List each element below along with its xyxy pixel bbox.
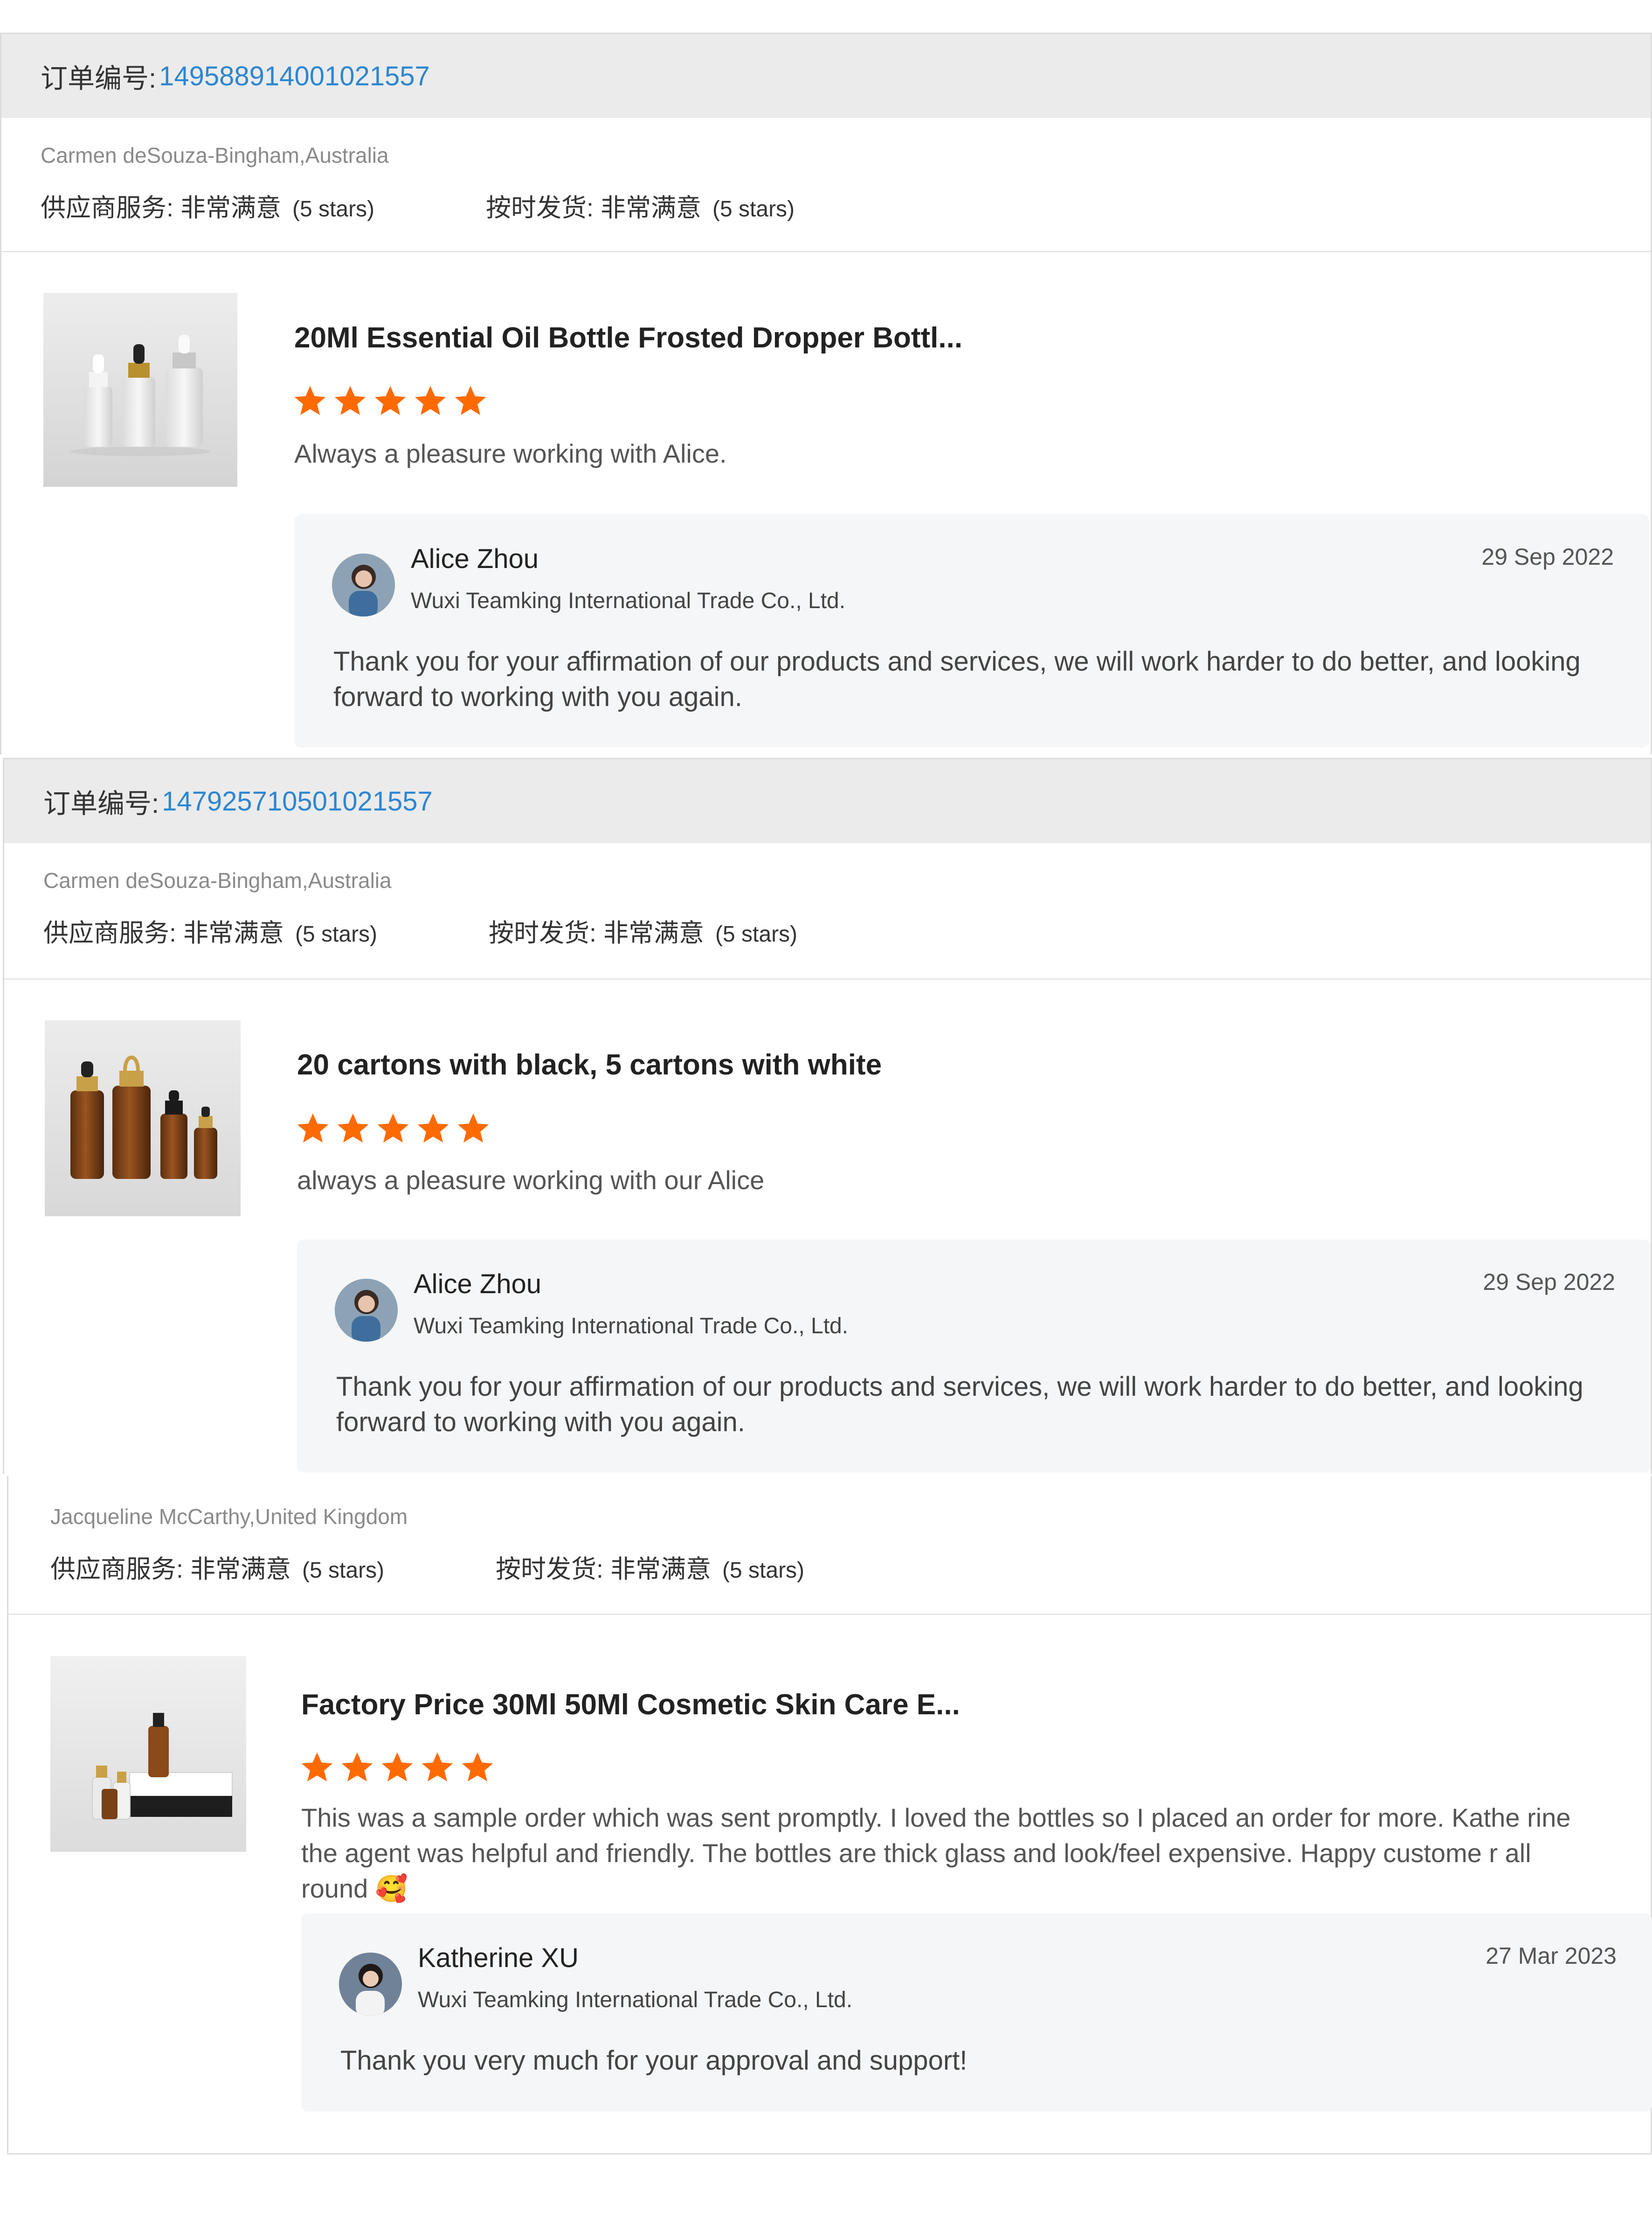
star-icon (301, 1752, 333, 1781)
supplier-reply: Alice Zhou Wuxi Teamking International T… (294, 514, 1649, 748)
star-icon (455, 386, 486, 415)
reply-author: Alice Zhou (411, 544, 539, 574)
order-number-label: 订单编号: (41, 63, 157, 94)
divider (1, 251, 1651, 252)
product-title-link[interactable]: 20Ml Essential Oil Bottle Frosted Droppe… (294, 321, 962, 354)
reply-company: Wuxi Teamking International Trade Co., L… (418, 1988, 853, 2012)
reply-author: Katherine XU (418, 1943, 579, 1973)
reply-text: Thank you very much for your approval an… (340, 2045, 968, 2076)
supplier-service-rating: 供应商服务: 非常满意 (43, 919, 284, 947)
star-icon (377, 1113, 409, 1143)
star-icon (374, 386, 406, 415)
supplier-service-rating: 供应商服务: 非常满意 (50, 1555, 291, 1583)
star-icon (457, 1113, 489, 1143)
reply-author: Alice Zhou (414, 1269, 542, 1299)
reply-date: 27 Mar 2023 (1486, 1943, 1617, 1969)
supplier-service-stars: (5 stars) (295, 922, 378, 947)
star-icon (417, 1113, 449, 1143)
order-number-label: 订单编号: (43, 789, 159, 819)
review-comment: always a pleasure working with our Alice (297, 1165, 765, 1195)
star-rating (296, 1111, 491, 1146)
reply-text: Thank you for your affirmation of our pr… (336, 1372, 1583, 1437)
star-icon (462, 1752, 493, 1781)
supplier-reply: Alice Zhou Wuxi Teamking International T… (297, 1240, 1651, 1473)
cosmetic-bottles-illustration (50, 1656, 246, 1852)
star-rating (293, 384, 488, 418)
user-avatar-icon (332, 554, 395, 617)
on-time-shipment-stars: (5 stars) (712, 197, 795, 222)
on-time-shipment-rating: 按时发货: 非常满意 (489, 919, 705, 947)
review-comment: This was a sample order which was sent p… (301, 1803, 1571, 1903)
user-avatar-icon (335, 1279, 398, 1342)
avatar (339, 1953, 402, 2016)
divider (4, 978, 1651, 980)
product-image[interactable] (45, 1020, 241, 1216)
reply-company: Wuxi Teamking International Trade Co., L… (411, 589, 846, 613)
supplier-service-stars: (5 stars) (302, 1558, 385, 1583)
star-rating (300, 1750, 495, 1785)
star-icon (381, 1752, 413, 1781)
reply-date: 29 Sep 2022 (1483, 1269, 1615, 1295)
service-ratings: 供应商服务: 非常满意 (5 stars) 按时发货: 非常满意 (5 stars) (43, 912, 797, 949)
buyer-name: Carmen deSouza-Bingham,Australia (43, 868, 392, 893)
service-ratings: 供应商服务: 非常满意 (5 stars) 按时发货: 非常满意 (5 stars) (41, 187, 795, 224)
product-image[interactable] (50, 1656, 246, 1852)
product-title-link[interactable]: Factory Price 30Ml 50Ml Cosmetic Skin Ca… (301, 1688, 960, 1721)
order-review-card: Jacqueline McCarthy,United Kingdom 供应商服务… (7, 1476, 1652, 2155)
order-header: 订单编号: 149588914001021557 (1, 34, 1651, 118)
buyer-name: Jacqueline McCarthy,United Kingdom (50, 1504, 408, 1529)
star-icon (334, 386, 366, 415)
review-comment: Always a pleasure working with Alice. (294, 439, 727, 468)
star-icon (422, 1752, 453, 1781)
order-review-card: 订单编号: 147925710501021557 Carmen deSouza-… (3, 758, 1652, 1474)
supplier-service-stars: (5 stars) (292, 197, 375, 222)
avatar (332, 554, 395, 617)
avatar (335, 1279, 398, 1342)
buyer-name: Carmen deSouza-Bingham,Australia (41, 143, 389, 167)
star-icon (415, 386, 446, 415)
on-time-shipment-stars: (5 stars) (722, 1558, 805, 1583)
service-ratings: 供应商服务: 非常满意 (5 stars) 按时发货: 非常满意 (5 stars) (50, 1548, 804, 1585)
supplier-service-rating: 供应商服务: 非常满意 (41, 194, 282, 222)
reply-text: Thank you for your affirmation of our pr… (333, 646, 1581, 712)
supplier-reply: Katherine XU Wuxi Teamking International… (301, 1913, 1652, 2112)
order-number-link[interactable]: 147925710501021557 (162, 786, 433, 817)
star-icon (337, 1113, 369, 1143)
amber-bottles-illustration (45, 1020, 241, 1216)
product-title-link[interactable]: 20 cartons with black, 5 cartons with wh… (297, 1048, 882, 1081)
star-icon (294, 386, 326, 415)
reply-date: 29 Sep 2022 (1481, 544, 1614, 570)
star-icon (297, 1113, 329, 1143)
order-review-card: 订单编号: 149588914001021557 Carmen deSouza-… (0, 33, 1652, 755)
order-number-link[interactable]: 149588914001021557 (159, 61, 430, 92)
order-header: 订单编号: 147925710501021557 (4, 759, 1651, 843)
product-image[interactable] (43, 293, 237, 487)
on-time-shipment-rating: 按时发货: 非常满意 (496, 1555, 712, 1583)
divider (8, 1614, 1651, 1615)
on-time-shipment-rating: 按时发货: 非常满意 (486, 194, 702, 222)
on-time-shipment-stars: (5 stars) (715, 922, 798, 947)
reply-company: Wuxi Teamking International Trade Co., L… (414, 1314, 849, 1338)
user-avatar-icon (339, 1953, 402, 2016)
frosted-bottles-illustration (43, 293, 237, 487)
star-icon (341, 1752, 373, 1781)
